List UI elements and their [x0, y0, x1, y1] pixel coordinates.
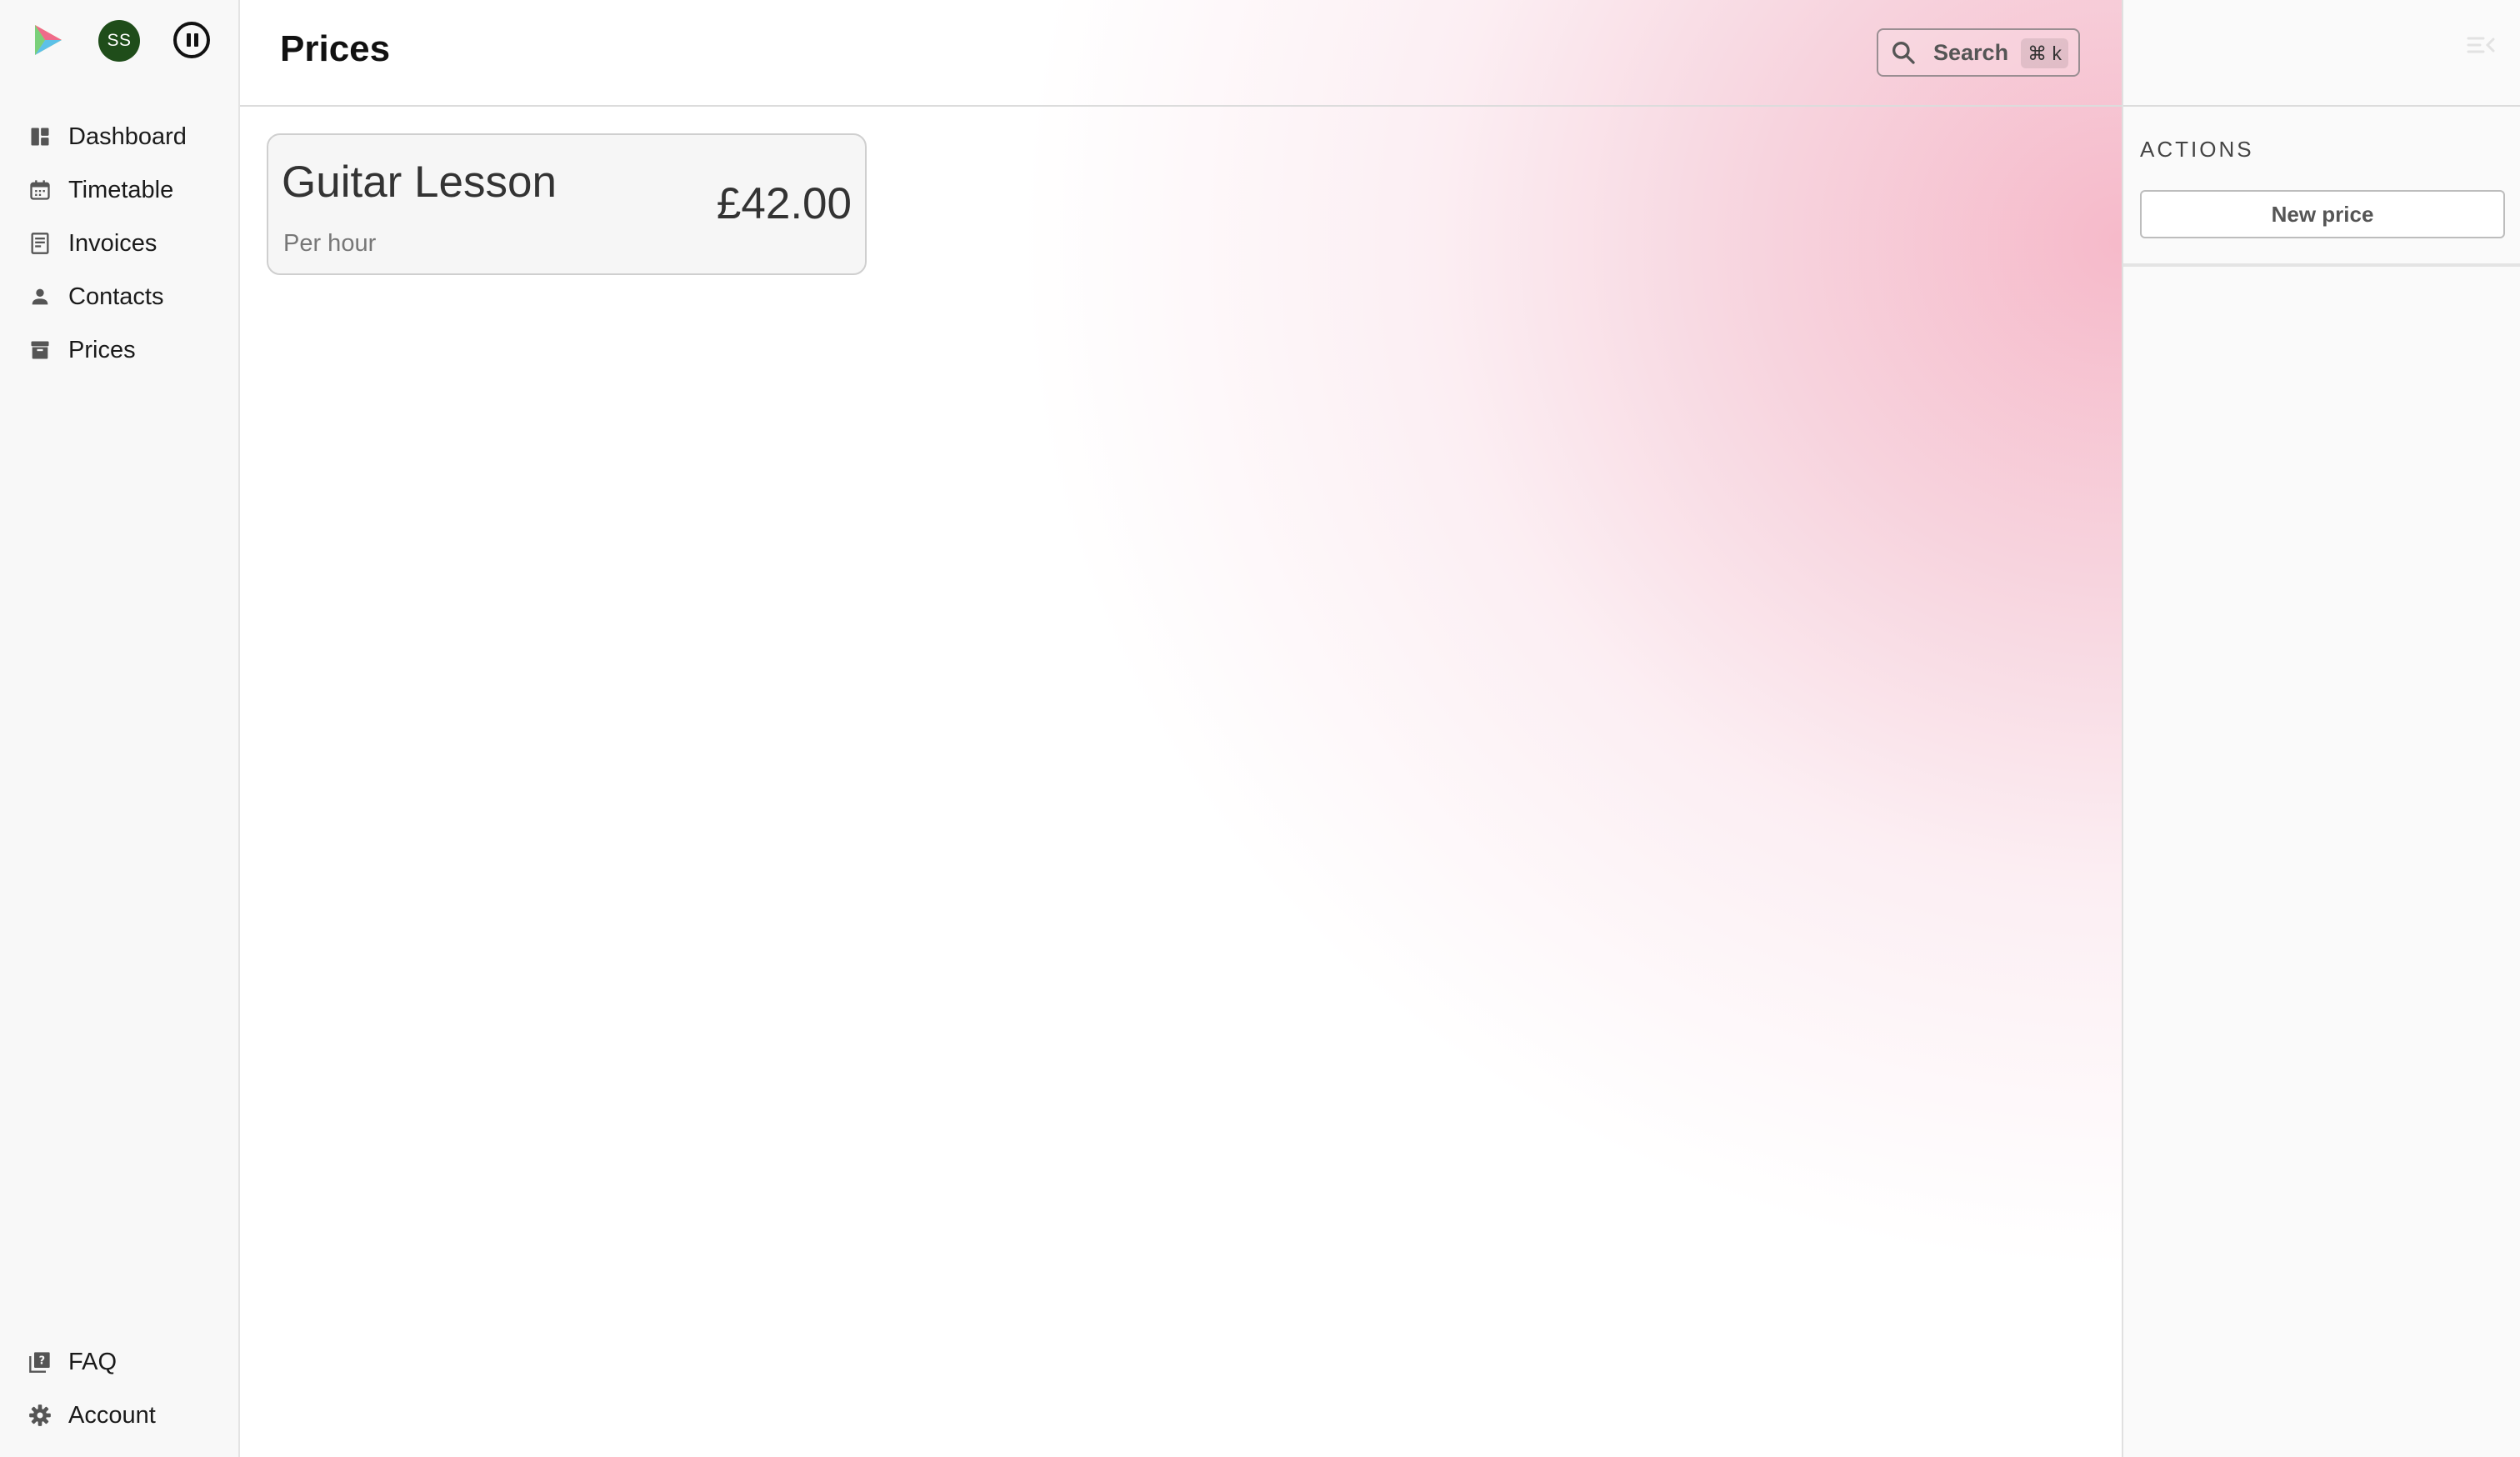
app-logo-icon[interactable]	[28, 22, 65, 58]
search-shortcut-badge: ⌘ k	[2021, 38, 2068, 68]
gear-icon	[29, 1404, 51, 1426]
pause-bar-right	[194, 33, 198, 47]
sidebar-item-label: Dashboard	[68, 123, 187, 150]
actions-panel: ACTIONS New price	[2122, 0, 2520, 1457]
sidebar-item-label: Account	[68, 1401, 156, 1429]
page-title: Prices	[280, 28, 391, 69]
app-window: SS Dashboard Timetable Invoices Contacts…	[0, 0, 2520, 1457]
sidebar-item-dashboard[interactable]: Dashboard	[0, 110, 238, 163]
pause-button[interactable]	[173, 22, 210, 58]
sidebar-item-label: FAQ	[68, 1348, 118, 1375]
price-card-guitar-lesson[interactable]: Guitar Lesson Per hour £42.00	[267, 133, 867, 275]
actions-heading: ACTIONS	[2140, 137, 2254, 162]
svg-text:?: ?	[39, 1354, 45, 1367]
main-header: Prices Search ⌘ k	[240, 0, 2122, 107]
price-amount: £42.00	[716, 179, 852, 228]
panel-divider	[2123, 263, 2520, 267]
sidebar-item-label: Timetable	[68, 176, 174, 203]
dashboard-icon	[31, 128, 49, 146]
sidebar-item-account[interactable]: Account	[0, 1389, 238, 1442]
main-content: Prices Search ⌘ k Guitar Lesson Per hour…	[240, 0, 2122, 1457]
sidebar-item-prices[interactable]: Prices	[0, 323, 238, 377]
archive-icon	[31, 341, 49, 359]
actions-panel-header	[2123, 0, 2520, 107]
search-placeholder: Search	[1933, 39, 2009, 65]
sidebar-item-timetable[interactable]: Timetable	[0, 163, 238, 217]
search-icon	[1892, 42, 1915, 64]
search-input[interactable]: Search ⌘ k	[1877, 28, 2080, 77]
sidebar-item-invoices[interactable]: Invoices	[0, 217, 238, 270]
person-icon	[32, 288, 48, 305]
faq-icon: ?	[29, 1352, 50, 1373]
sidebar-item-contacts[interactable]: Contacts	[0, 270, 238, 323]
price-name: Guitar Lesson	[282, 158, 557, 207]
sidebar-item-label: Prices	[68, 336, 136, 363]
price-unit: Per hour	[283, 230, 377, 257]
secondary-nav: ? FAQ Account	[0, 1335, 238, 1442]
sidebar: SS Dashboard Timetable Invoices Contacts…	[0, 0, 240, 1457]
sidebar-item-label: Invoices	[68, 229, 158, 257]
calendar-icon	[30, 180, 50, 200]
collapse-panel-icon[interactable]	[2465, 32, 2498, 58]
new-price-button[interactable]: New price	[2140, 190, 2505, 238]
sidebar-item-label: Contacts	[68, 283, 164, 310]
main-nav: Dashboard Timetable Invoices Contacts Pr…	[0, 110, 238, 377]
pause-bar-left	[187, 33, 191, 47]
sidebar-item-faq[interactable]: ? FAQ	[0, 1335, 238, 1389]
sidebar-header: SS	[0, 0, 238, 80]
invoice-icon	[31, 233, 49, 254]
avatar[interactable]: SS	[98, 20, 140, 62]
